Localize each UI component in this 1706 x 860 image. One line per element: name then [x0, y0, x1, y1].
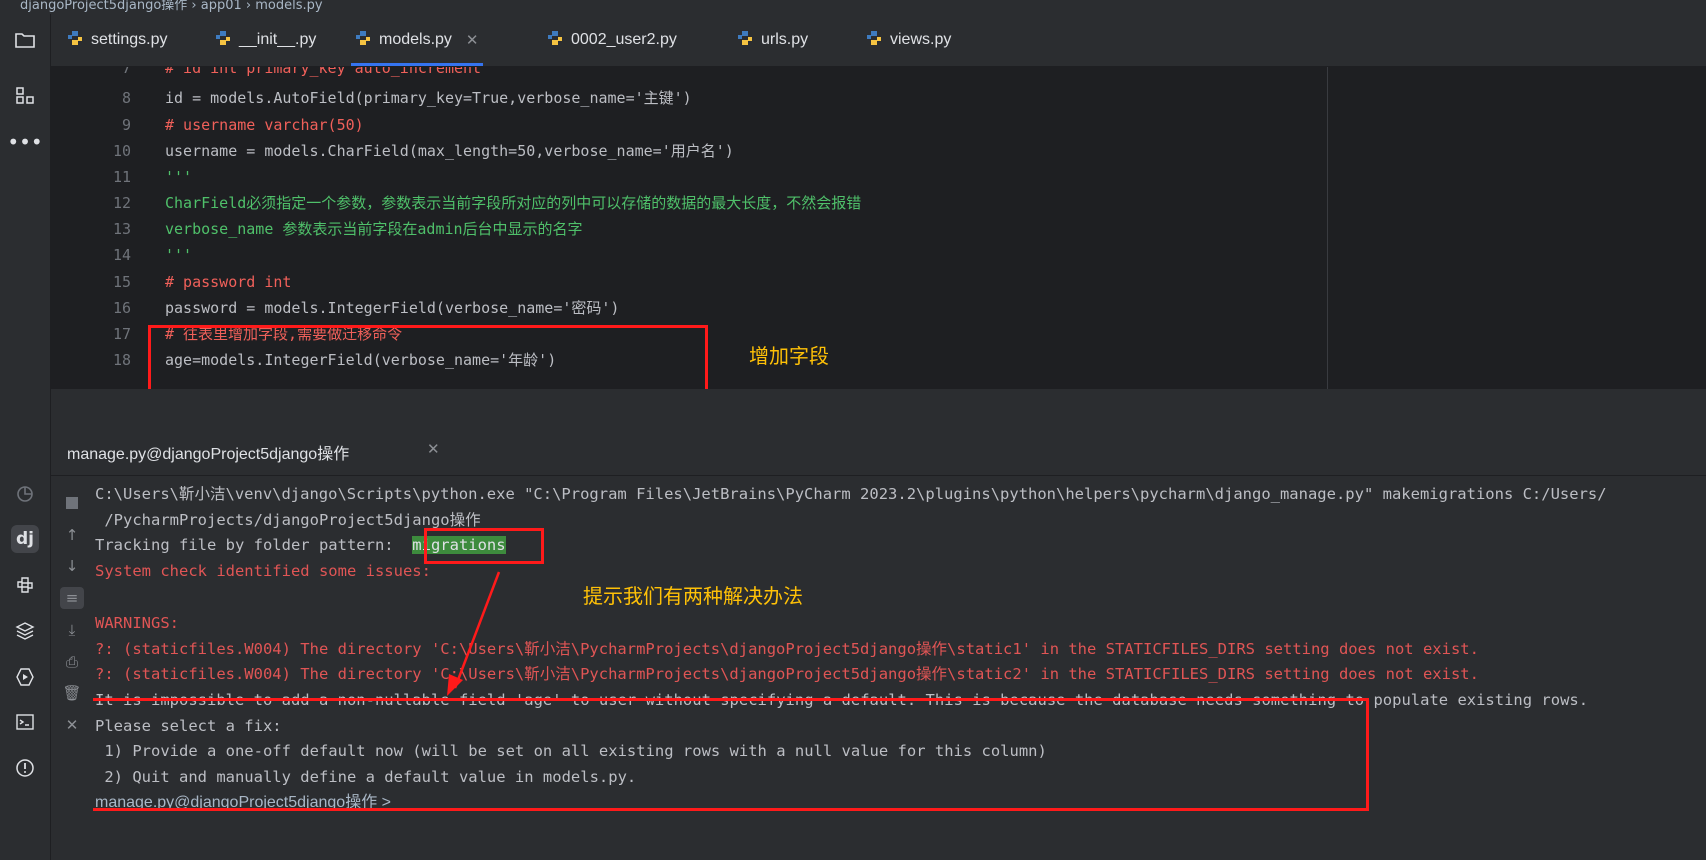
line-number: 17	[112, 325, 131, 343]
two-solutions-annotation: 提示我们有两种解决办法	[583, 584, 803, 608]
structure-icon[interactable]	[11, 82, 39, 110]
tab-label: urls.py	[761, 31, 809, 48]
project-folder-icon[interactable]	[11, 26, 39, 54]
console-line: System check identified some issues:	[95, 562, 431, 580]
python-file-icon	[355, 30, 371, 51]
tab-models-py[interactable]: models.py ✕	[351, 14, 482, 66]
code-line: '''	[165, 246, 193, 264]
arrow-up-icon[interactable]: ↑	[60, 524, 84, 546]
line-number: 15	[112, 273, 131, 291]
code-line: CharField必须指定一个参数，参数表示当前字段所对应的列中可以存储的数据的…	[165, 194, 862, 212]
print-icon[interactable]: ⎙	[60, 651, 84, 673]
tab-urls-py[interactable]: urls.py	[737, 14, 808, 66]
code-line: verbose_name 参数表示当前字段在admin后台中显示的名字	[165, 220, 583, 238]
problems-icon[interactable]	[11, 754, 39, 782]
console-line: WARNINGS:	[95, 614, 179, 632]
panel-splitter[interactable]	[51, 393, 1706, 425]
line-number: 8	[121, 89, 131, 107]
code-line: password = models.IntegerField(verbose_n…	[165, 299, 620, 317]
line-number: 16	[112, 299, 131, 317]
tracking-text: Tracking file by folder pattern:	[95, 536, 413, 554]
close-icon[interactable]: ✕	[60, 714, 84, 736]
left-toolbar: ••• dj	[0, 14, 51, 860]
line-number: 12	[112, 194, 131, 212]
code-line: # username varchar(50)	[165, 116, 364, 134]
migrations-highlight-box	[424, 528, 544, 564]
close-icon[interactable]: ✕	[427, 440, 440, 458]
tab-label: models.py	[379, 31, 452, 48]
right-margin-guide	[1327, 67, 1328, 389]
tab-init-py[interactable]: __init__.py	[215, 14, 316, 66]
breadcrumb[interactable]: djangoProject5django操作 › app01 › models.…	[0, 0, 1706, 14]
tab-0002-user2-py[interactable]: 0002_user2.py	[547, 14, 677, 66]
line-number: 10	[112, 142, 131, 160]
line-number: 13	[112, 220, 131, 238]
line-number: 14	[112, 246, 131, 264]
run-tool-header: manage.py@djangoProject5django操作 ✕	[51, 425, 1706, 476]
code-line: # id int primary_key auto_increment	[165, 67, 482, 77]
fix-options-highlight-box	[93, 698, 1369, 811]
tab-label: __init__.py	[239, 31, 317, 48]
line-number: 7	[121, 67, 131, 77]
tab-label: 0002_user2.py	[571, 31, 677, 48]
tab-views-py[interactable]: views.py	[866, 14, 951, 66]
python-file-icon	[215, 30, 231, 51]
profiler-icon[interactable]	[11, 480, 39, 508]
more-tools-icon[interactable]: •••	[7, 128, 42, 156]
added-field-highlight-box	[148, 325, 708, 389]
code-line: id = models.AutoField(primary_key=True,v…	[165, 89, 692, 107]
add-field-annotation: 增加字段	[749, 344, 829, 368]
console-output[interactable]: C:\Users\靳小洁\venv\django\Scripts\python.…	[93, 476, 1706, 860]
line-number: 9	[121, 116, 131, 134]
code-line: # password int	[165, 273, 292, 291]
run-tab-label[interactable]: manage.py@djangoProject5django操作	[67, 440, 349, 464]
code-line: '''	[165, 168, 193, 186]
close-icon[interactable]: ✕	[466, 31, 479, 49]
soft-wrap-icon[interactable]: ≡	[60, 587, 84, 609]
trash-icon[interactable]: 🗑	[60, 682, 84, 704]
python-file-icon	[547, 30, 563, 51]
python-console-icon[interactable]	[11, 571, 39, 599]
services-icon[interactable]	[11, 663, 39, 691]
code-editor[interactable]: 7 8 9 10 11 12 13 14 15 16 17 18 # id in…	[51, 67, 1706, 389]
django-icon[interactable]: dj	[11, 525, 39, 553]
console-line: /PycharmProjects/djangoProject5django操作	[95, 511, 481, 529]
code-line: username = models.CharField(max_length=5…	[165, 142, 734, 160]
python-file-icon	[67, 30, 83, 51]
line-number-gutter: 7 8 9 10 11 12 13 14 15 16 17 18	[51, 67, 131, 389]
layers-icon[interactable]	[11, 617, 39, 645]
tab-label: views.py	[890, 31, 952, 48]
editor-tab-bar: settings.py __init__.py models.py ✕ 0002…	[51, 14, 1706, 67]
python-file-icon	[737, 30, 753, 51]
line-number: 11	[112, 168, 131, 186]
console-line: C:\Users\靳小洁\venv\django\Scripts\python.…	[95, 485, 1607, 503]
console-toolbar: ↑ ↓ ≡ ⤓ ⎙ 🗑 ✕	[51, 476, 94, 860]
scroll-to-end-icon[interactable]: ⤓	[60, 619, 84, 641]
python-file-icon	[866, 30, 882, 51]
console-warning-line: ?: (staticfiles.W004) The directory 'C:\…	[95, 640, 1479, 658]
stop-icon[interactable]	[60, 492, 84, 514]
tab-settings-py[interactable]: settings.py	[67, 14, 167, 66]
terminal-icon[interactable]	[11, 708, 39, 736]
line-number: 18	[112, 351, 131, 369]
annotation-arrow	[447, 571, 501, 696]
console-warning-line: ?: (staticfiles.W004) The directory 'C:\…	[95, 665, 1479, 683]
arrow-down-icon[interactable]: ↓	[60, 555, 84, 577]
tab-label: settings.py	[91, 31, 168, 48]
